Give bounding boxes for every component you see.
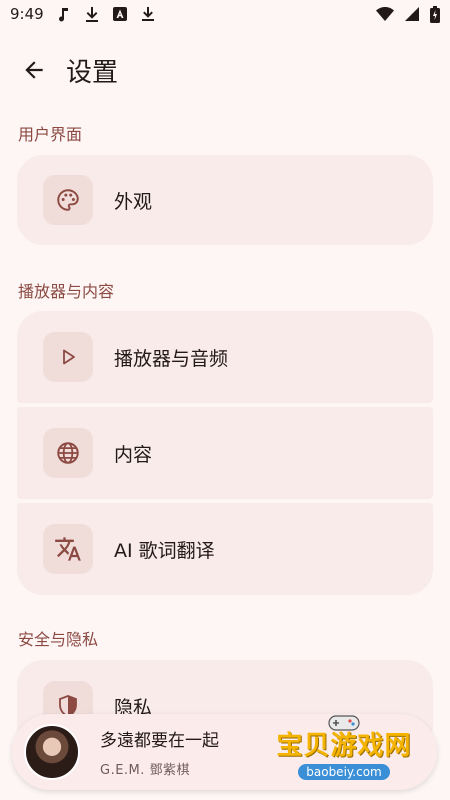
icon-box	[43, 175, 93, 225]
status-bar: 9:49	[0, 0, 450, 28]
palette-icon	[57, 189, 79, 211]
settings-item-label: AI 歌词翻译	[114, 539, 215, 562]
section-label-player-content: 播放器与内容	[18, 282, 115, 301]
icon-box	[43, 332, 93, 382]
arrow-back-icon	[25, 61, 43, 79]
wifi-icon	[376, 7, 394, 21]
system-icons	[376, 5, 440, 23]
section-label-ui: 用户界面	[18, 125, 83, 144]
app-bar: 设置	[0, 44, 450, 96]
icon-box	[43, 524, 93, 574]
settings-item-content[interactable]: 内容	[17, 407, 433, 499]
download-done-icon	[141, 7, 154, 21]
watermark-logo: 宝贝游戏网 baobeiy.com	[259, 715, 429, 786]
settings-item-appearance[interactable]: 外观	[17, 155, 433, 245]
page-title: 设置	[66, 57, 119, 88]
settings-item-player-audio[interactable]: 播放器与音频	[17, 311, 433, 403]
download-icon	[85, 7, 98, 22]
settings-item-label: 内容	[114, 443, 153, 466]
song-artist: G.E.M. 鄧紫棋	[100, 763, 191, 778]
album-art[interactable]	[24, 724, 80, 780]
song-info: 多遠都要在一起 G.E.M. 鄧紫棋	[100, 726, 219, 778]
mini-player[interactable]: 多遠都要在一起 G.E.M. 鄧紫棋 宝贝游戏网 baobeiy.com	[12, 714, 437, 790]
app-a-icon	[112, 7, 127, 21]
settings-item-label: 外观	[114, 190, 153, 213]
back-button[interactable]	[8, 44, 60, 96]
gamepad-icon	[328, 715, 360, 731]
settings-item-label: 播放器与音频	[114, 347, 229, 370]
section-label-security-privacy: 安全与隐私	[18, 630, 99, 649]
song-title: 多遠都要在一起	[100, 731, 219, 751]
settings-item-ai-lyrics-translation[interactable]: AI 歌词翻译	[17, 503, 433, 595]
globe-icon	[57, 442, 79, 464]
signal-icon	[405, 7, 419, 21]
status-time: 9:49	[10, 5, 44, 23]
music-note-icon	[58, 8, 68, 22]
play-icon	[63, 349, 75, 365]
watermark-url: baobeiy.com	[298, 763, 390, 780]
translate-icon	[55, 537, 81, 561]
notification-icons	[56, 6, 156, 22]
icon-box	[43, 428, 93, 478]
battery-icon	[430, 5, 440, 23]
